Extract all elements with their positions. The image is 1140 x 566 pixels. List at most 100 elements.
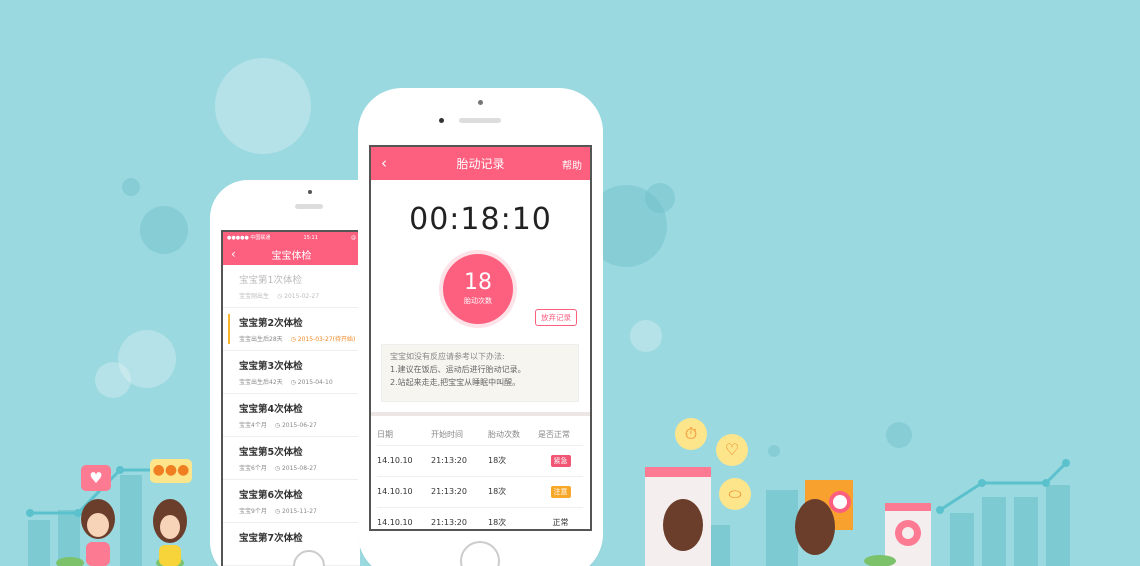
column-header: 开始时间: [431, 425, 488, 446]
movement-count: 18: [464, 270, 492, 295]
right-chart-illustration: [645, 459, 1070, 566]
checkup-date: 2015-08-27: [281, 465, 317, 472]
checkup-subtitle: 宝宝出生后42天 ◷ 2015-04-10: [239, 377, 348, 386]
heart-icon: ♥: [89, 469, 103, 487]
table-row[interactable]: 14.10.10 21:13:20 18次 紧急: [377, 445, 583, 477]
cell-status: 注意: [538, 476, 583, 508]
background-bubble: [215, 58, 311, 154]
clock-icon: ◷: [290, 379, 298, 386]
page-title: 胎动记录: [456, 157, 505, 171]
heartbeat-icon: ♡: [724, 440, 740, 459]
pill-icon: ⬭: [728, 485, 742, 503]
girl-figure-right: [153, 499, 187, 566]
background-bubble: [122, 178, 140, 196]
column-header: 是否正常: [538, 425, 583, 446]
chevron-left-icon[interactable]: ‹: [231, 247, 236, 261]
girl-figure-left: [81, 499, 115, 566]
checkup-date: 2015-02-27: [284, 293, 320, 300]
checkup-subtitle: 宝宝刚出生 ◷ 2015-02-27: [239, 291, 348, 300]
cell-time: 21:13:20: [431, 507, 488, 529]
clock-icon: ◷: [274, 508, 282, 515]
checkup-list: 宝宝第1次体检 宝宝刚出生 ◷ 2015-02-27 宝宝第2次体检 宝宝出生后28天 ◷…: [223, 265, 360, 566]
checkup-date: 2015-04-10: [297, 379, 333, 386]
table-row[interactable]: 14.10.10 21:13:20 18次 注意: [377, 476, 583, 508]
help-button[interactable]: 帮助: [562, 157, 582, 172]
page-title: 宝宝体检: [271, 250, 312, 262]
checkup-title: 宝宝第3次体检: [239, 361, 303, 372]
clock-icon: ◷: [274, 422, 282, 429]
heart-bubble: ♥: [81, 465, 111, 491]
checkup-subtitle: 宝宝9个月 ◷ 2015-11-27: [239, 506, 348, 515]
checkup-item[interactable]: 宝宝第6次体检 宝宝9个月 ◷ 2015-11-27: [223, 480, 360, 523]
home-button[interactable]: [460, 541, 500, 566]
camera-dot: [439, 118, 444, 123]
checkup-item[interactable]: 宝宝第7次体检: [223, 523, 360, 566]
movement-count-label: 胎动次数: [464, 297, 492, 305]
chevron-left-icon[interactable]: ‹: [381, 154, 387, 172]
tips-box: 宝宝如没有反应请参考以下办法: 1.建议在饭后、运动后进行胎动记录。 2.站起来…: [381, 344, 579, 402]
checkup-age: 宝宝9个月: [239, 508, 267, 515]
big-phone: ‹ 胎动记录 帮助 00:18:10 18 胎动次数 放弃记录 宝宝如没有反应请…: [358, 88, 603, 566]
cell-time: 21:13:20: [431, 476, 488, 508]
cell-status: 正常: [538, 507, 583, 529]
timer-display: 00:18:10: [409, 202, 552, 237]
checkup-date: 2015-06-27: [281, 422, 317, 429]
cell-count: 18次: [488, 507, 538, 529]
checkup-age: 宝宝出生后42天: [239, 379, 283, 386]
tips-heading: 宝宝如没有反应请参考以下办法:: [390, 352, 505, 361]
cell-date: 14.10.10: [377, 476, 431, 508]
checkup-item[interactable]: 宝宝第2次体检 宝宝出生后28天 ◷ 2015-03-27(待开始): [223, 308, 360, 351]
status-icon: @: [350, 234, 356, 241]
checkup-title: 宝宝第5次体检: [239, 447, 303, 458]
clock-icon: ◷: [274, 465, 282, 472]
table-row[interactable]: 14.10.10 21:13:20 18次正常: [377, 507, 583, 529]
camera-dot: [308, 190, 312, 194]
checkup-item[interactable]: 宝宝第5次体检宝宝6个月 ◷ 2015-08-27: [223, 437, 360, 480]
small-phone: ●●●●● 中国联通 15:11 @ ‹ 宝宝体检 宝宝第1次体检宝宝刚出生 ◷ …: [210, 180, 360, 566]
heartbeat-badge: ♡: [716, 434, 748, 466]
stopwatch-icon: ⏱: [684, 424, 698, 443]
status-time: 15:11: [303, 234, 318, 241]
checkup-item[interactable]: 宝宝第1次体检宝宝刚出生 ◷ 2015-02-27: [223, 265, 360, 308]
count-ring: 18 胎动次数: [439, 250, 517, 328]
tips-line-1: 1.建议在饭后、运动后进行胎动记录。: [390, 365, 526, 374]
nav-bar: ‹ 宝宝体检: [223, 243, 360, 265]
checkup-title: 宝宝第1次体检: [239, 275, 303, 286]
section-divider: [371, 412, 590, 416]
column-header: 日期: [377, 425, 431, 446]
status-badge: 紧急: [550, 454, 571, 467]
checkup-subtitle: 宝宝出生后28天 ◷ 2015-03-27(待开始): [239, 334, 355, 343]
checkup-title: 宝宝第4次体检: [239, 404, 303, 415]
stopwatch-badge: ⏱: [675, 418, 707, 450]
count-button[interactable]: 18 胎动次数: [443, 254, 513, 324]
carrier-text: ●●●●● 中国联通: [227, 235, 271, 241]
cell-time: 21:13:20: [431, 445, 488, 477]
background-bubble: [140, 206, 188, 254]
cell-status: 紧急: [538, 445, 583, 477]
nav-bar: ‹ 胎动记录 帮助: [371, 147, 590, 180]
checkup-item[interactable]: 宝宝第3次体检宝宝出生后42天 ◷ 2015-04-10: [223, 351, 360, 394]
checkup-date: 2015-11-27: [281, 508, 317, 515]
checkup-age: 宝宝4个月: [239, 422, 267, 429]
checkup-subtitle: 宝宝4个月 ◷ 2015-06-27: [239, 420, 348, 429]
clock-icon: ◷: [290, 336, 298, 343]
speaker-grille: [459, 118, 501, 123]
status-bar: ●●●●● 中国联通 15:11 @: [223, 232, 360, 243]
checkup-item[interactable]: 宝宝第4次体检宝宝4个月 ◷ 2015-06-27: [223, 394, 360, 437]
column-header: 胎动次数: [488, 425, 538, 446]
background-bubble: [645, 183, 675, 213]
checkup-age: 宝宝刚出生: [239, 293, 270, 300]
pill-badge: ⬭: [719, 478, 751, 510]
table-header-row: 日期 开始时间 胎动次数 是否正常: [377, 425, 583, 446]
status-badge: 正常: [552, 518, 569, 527]
checkup-age: 宝宝6个月: [239, 465, 267, 472]
cell-date: 14.10.10: [377, 445, 431, 477]
status-badge: 注意: [550, 485, 571, 498]
abandon-record-button[interactable]: 放弃记录: [535, 309, 577, 326]
record-table: 日期 开始时间 胎动次数 是否正常 14.10.10 21:13:20 18次 紧急 1…: [377, 425, 583, 529]
cell-date: 14.10.10: [377, 507, 431, 529]
cell-count: 18次: [488, 476, 538, 508]
background-bubble: [886, 422, 912, 448]
tips-line-2: 2.站起来走走,把宝宝从睡眠中叫醒。: [390, 378, 521, 387]
checkup-date: 2015-03-27(待开始): [297, 336, 356, 343]
